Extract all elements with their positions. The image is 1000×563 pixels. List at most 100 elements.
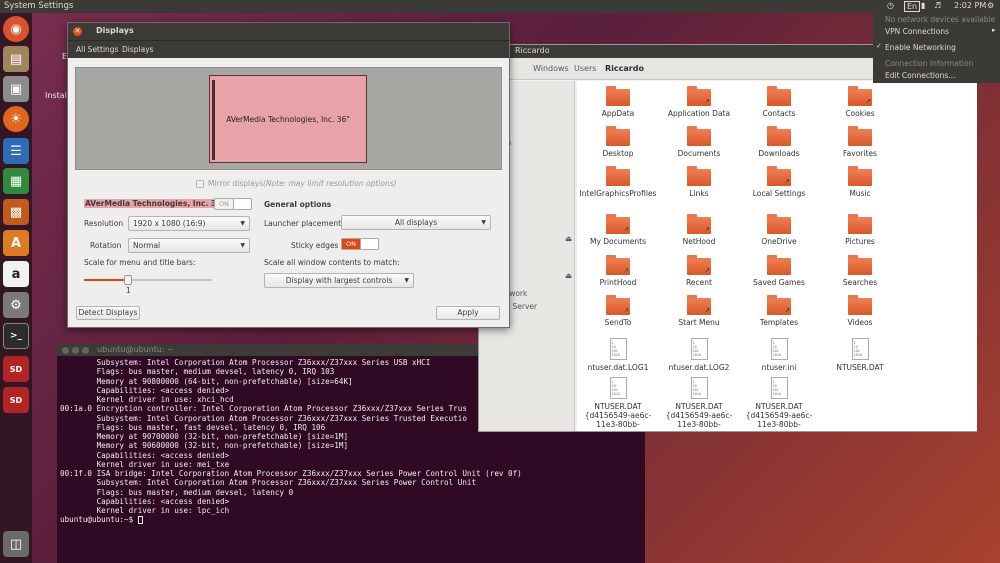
disks-icon[interactable]: ▣ <box>3 76 29 102</box>
rotation-value: Normal <box>133 241 161 250</box>
selected-monitor-name: AVerMedia Technologies, Inc. 36" <box>84 199 227 208</box>
system-settings-icon[interactable]: ⚙ <box>3 292 29 318</box>
displays-window[interactable]: ✕ Displays All Settings Displays AVerMed… <box>67 22 510 328</box>
file-item[interactable]: 1 10 101 1010 NTUSER.DAT <box>820 338 900 372</box>
impress-icon[interactable]: ▩ <box>3 199 29 225</box>
scale-slider-handle[interactable] <box>124 275 132 285</box>
crumb-displays[interactable]: Displays <box>122 45 154 54</box>
folder-icon <box>767 86 791 106</box>
network-icon[interactable]: ◷ <box>887 1 894 10</box>
file-item[interactable]: 1 10 101 1010 ntuser.dat.LOG2 <box>659 338 739 372</box>
folder-item[interactable]: Saved Games <box>739 255 819 287</box>
folder-item[interactable]: Pictures <box>820 214 900 246</box>
file-item[interactable]: 1 10 101 1010 ntuser.dat.LOG1 <box>578 338 658 372</box>
battery-icon[interactable]: ▮ <box>921 1 925 10</box>
desktop-install-icon-label[interactable]: Install <box>45 91 69 100</box>
folder-item[interactable]: ↗ Start Menu <box>659 295 739 327</box>
file-label: Saved Games <box>753 278 805 287</box>
folder-icon: ↗ <box>767 295 791 315</box>
file-item[interactable]: 1 10 101 1010 ntuser.ini <box>739 338 819 372</box>
monitor-preview[interactable]: AVerMedia Technologies, Inc. 36" <box>209 75 367 163</box>
file-label: Documents <box>677 149 721 158</box>
file-item[interactable]: 1 10 101 1010 NTUSER.DAT {d4156549-ae6c-11e3… <box>578 377 658 429</box>
eject-icon[interactable]: ⏏ <box>565 271 572 280</box>
sd-card-icon-2[interactable]: SD <box>3 387 29 413</box>
path-crumb-riccardo[interactable]: Riccardo <box>605 64 644 73</box>
folder-item[interactable]: Videos <box>820 295 900 327</box>
firefox-icon[interactable]: ☀ <box>3 106 29 132</box>
terminal-icon[interactable]: >_ <box>3 323 29 349</box>
displays-titlebar[interactable]: ✕ Displays <box>68 23 509 40</box>
files-icon[interactable]: ▤ <box>3 46 29 72</box>
terminal-output[interactable]: Subsystem: Intel Corporation Atom Proces… <box>60 358 522 525</box>
file-manager-window[interactable]: Riccardo Windows Users Riccardo entmeskt… <box>478 44 978 432</box>
folder-item[interactable]: ↗ Local Settings <box>739 166 819 198</box>
apply-button[interactable]: Apply <box>436 306 500 320</box>
trash-icon[interactable]: ◫ <box>3 531 29 557</box>
mirror-note: (Note: may limit resolution options) <box>263 179 397 188</box>
file-label: IntelGraphicsProfiles <box>579 189 657 198</box>
menu-enable-networking[interactable]: Enable Networking <box>885 43 956 52</box>
folder-item[interactable]: Contacts <box>739 86 819 118</box>
network-menu: No network devices available VPN Connect… <box>873 13 1000 83</box>
scale-all-select[interactable]: Display with largest controls ▼ <box>264 273 414 288</box>
mirror-checkbox[interactable] <box>196 180 204 188</box>
folder-item[interactable]: OneDrive <box>739 214 819 246</box>
folder-item[interactable]: Documents <box>659 126 739 158</box>
file-icon: 1 10 101 1010 <box>851 338 869 360</box>
monitor-arrangement-area[interactable]: AVerMedia Technologies, Inc. 36" <box>75 67 502 170</box>
close-icon[interactable]: ✕ <box>73 27 82 36</box>
software-center-icon[interactable]: A <box>3 230 29 256</box>
folder-item[interactable]: ↗ Cookies <box>820 86 900 118</box>
file-label: NetHood <box>682 237 716 246</box>
amazon-icon[interactable]: a <box>3 261 29 287</box>
link-arrow-icon: ↗ <box>623 267 629 274</box>
folder-item[interactable]: Downloads <box>739 126 819 158</box>
keyboard-layout-indicator[interactable]: En <box>904 1 921 12</box>
link-arrow-icon: ↗ <box>784 307 790 314</box>
sd-card-icon[interactable]: SD <box>3 356 29 382</box>
folder-item[interactable]: Links <box>659 166 739 198</box>
file-icon: 1 10 101 1010 <box>690 338 708 360</box>
menu-vpn-connections[interactable]: VPN Connections <box>885 27 949 36</box>
folder-item[interactable]: ↗ Templates <box>739 295 819 327</box>
file-label: NTUSER.DAT {d4156549-ae6c-11e3-80bb-90b1… <box>584 402 652 429</box>
calc-icon[interactable]: ▦ <box>3 168 29 194</box>
folder-item[interactable]: ↗ NetHood <box>659 214 739 246</box>
sticky-edges-toggle[interactable]: ON <box>341 238 379 250</box>
folder-item[interactable]: ↗ SendTo <box>578 295 658 327</box>
folder-item[interactable]: ↗ Recent <box>659 255 739 287</box>
path-crumb-windows[interactable]: Windows <box>533 64 569 73</box>
folder-item[interactable]: Favorites <box>820 126 900 158</box>
path-crumb-users[interactable]: Users <box>574 64 596 73</box>
resolution-select[interactable]: 1920 x 1080 (16:9) ▼ <box>128 216 250 231</box>
folder-item[interactable]: Music <box>820 166 900 198</box>
volume-icon[interactable]: ♬ <box>934 1 941 10</box>
folder-item[interactable]: ↗ PrintHood <box>578 255 658 287</box>
file-item[interactable]: 1 10 101 1010 NTUSER.DAT {d4156549-ae6c-11e3… <box>659 377 739 429</box>
folder-item[interactable]: IntelGraphicsProfiles <box>578 166 658 198</box>
gear-icon[interactable]: ⚙ <box>987 1 994 10</box>
file-icon: 1 10 101 1010 <box>770 377 788 399</box>
eject-icon[interactable]: ⏏ <box>565 234 572 243</box>
folder-item[interactable]: ↗ My Documents <box>578 214 658 246</box>
minimize-icon[interactable] <box>72 347 79 354</box>
menu-edit-connections[interactable]: Edit Connections... <box>885 71 955 80</box>
scale-slider-track[interactable] <box>84 275 212 285</box>
folder-icon: ↗ <box>687 214 711 234</box>
folder-item[interactable]: AppData <box>578 86 658 118</box>
crumb-all-settings[interactable]: All Settings <box>76 45 118 54</box>
file-item[interactable]: 1 10 101 1010 NTUSER.DAT {d4156549-ae6c-11e3… <box>739 377 819 429</box>
close-icon[interactable] <box>62 347 69 354</box>
folder-item[interactable]: Desktop <box>578 126 658 158</box>
rotation-select[interactable]: Normal ▼ <box>128 238 250 253</box>
ubuntu-dash-icon[interactable]: ◉ <box>3 16 29 42</box>
folder-item[interactable]: ↗ Application Data <box>659 86 739 118</box>
maximize-icon[interactable] <box>82 347 89 354</box>
folder-item[interactable]: Searches <box>820 255 900 287</box>
monitor-power-toggle[interactable]: ON <box>214 198 252 210</box>
clock[interactable]: 2:02 PM <box>954 1 986 10</box>
writer-icon[interactable]: ☰ <box>3 138 29 164</box>
detect-displays-button[interactable]: Detect Displays <box>76 306 140 320</box>
launcher-placement-select[interactable]: All displays ▼ <box>341 215 491 230</box>
